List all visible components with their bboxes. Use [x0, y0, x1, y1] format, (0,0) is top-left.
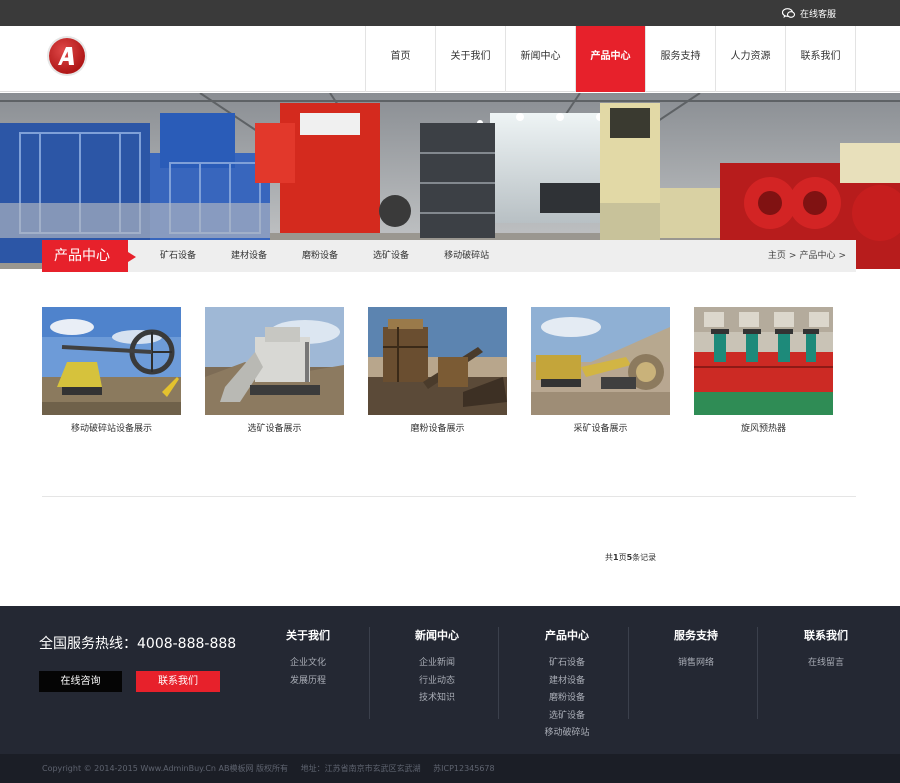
category-grinding[interactable]: 磨粉设备 — [302, 240, 338, 272]
icp-text[interactable]: 苏ICP12345678 — [433, 764, 495, 773]
footer-link[interactable]: 磨粉设备 — [502, 690, 632, 708]
copyright-text: Copyright © 2014-2015 Www.AdminBuy.Cn AB… — [42, 764, 289, 773]
footer-column-title[interactable]: 联系我们 — [761, 627, 891, 643]
footer-link[interactable]: 移动破碎站 — [502, 725, 632, 743]
mobile-crusher-photo[interactable] — [531, 307, 670, 415]
logo-a-icon — [58, 47, 74, 65]
breadcrumb-separator: > — [788, 251, 797, 261]
pagination-suffix: 条记录 — [632, 553, 657, 562]
nav-about[interactable]: 关于我们 — [436, 26, 506, 92]
footer-link[interactable]: 销售网络 — [631, 655, 761, 673]
section-title: 产品中心 — [42, 240, 136, 272]
product-card[interactable]: 磨粉设备展示 — [368, 307, 507, 434]
online-service-label: 在线客服 — [799, 10, 836, 20]
product-card[interactable]: 移动破碎站设备展示 — [42, 307, 181, 434]
footer-column-title[interactable]: 新闻中心 — [372, 627, 502, 643]
product-card[interactable]: 选矿设备展示 — [205, 307, 344, 434]
footer-link[interactable]: 技术知识 — [372, 690, 502, 708]
category-ore-equipment[interactable]: 矿石设备 — [160, 240, 196, 272]
main-nav: 首页 关于我们 新闻中心 产品中心 服务支持 人力资源 联系我们 — [365, 26, 856, 92]
footer-link[interactable]: 发展历程 — [243, 673, 373, 691]
screening-plant-photo[interactable] — [368, 307, 507, 415]
online-service-link[interactable]: 在线客服 — [781, 7, 836, 20]
nav-hr[interactable]: 人力资源 — [716, 26, 786, 92]
contact-us-button[interactable]: 联系我们 — [136, 671, 220, 692]
footer-column-contact: 联系我们 在线留言 — [761, 627, 891, 673]
pagination-summary: 共1页5条记录 — [605, 552, 656, 563]
bucket-wheel-excavator-photo[interactable] — [42, 307, 181, 415]
footer-link[interactable]: 建材设备 — [502, 673, 632, 691]
service-hotline: 全国服务热线：4008-888-888 — [39, 636, 237, 652]
nav-news[interactable]: 新闻中心 — [506, 26, 576, 92]
mining-excavator-photo[interactable] — [205, 307, 344, 415]
nav-contact[interactable]: 联系我们 — [786, 26, 856, 92]
footer-link[interactable]: 在线留言 — [761, 655, 891, 673]
product-caption[interactable]: 磨粉设备展示 — [368, 421, 507, 434]
product-card[interactable]: 采矿设备展示 — [531, 307, 670, 434]
site-footer: 全国服务热线：4008-888-888 在线咨询 联系我们 关于我们 企业文化 … — [0, 606, 900, 754]
breadcrumb-separator: > — [838, 251, 846, 261]
nav-products[interactable]: 产品中心 — [576, 26, 646, 92]
breadcrumb: 主页 > 产品中心 > — [765, 240, 846, 272]
footer-separator — [757, 627, 758, 719]
footer-column-news: 新闻中心 企业新闻 行业动态 技术知识 — [372, 627, 502, 708]
footer-link[interactable]: 行业动态 — [372, 673, 502, 691]
nav-home[interactable]: 首页 — [366, 26, 436, 92]
footer-column-title[interactable]: 服务支持 — [631, 627, 761, 643]
site-header: 首页 关于我们 新闻中心 产品中心 服务支持 人力资源 联系我们 — [0, 26, 900, 92]
footer-link[interactable]: 企业文化 — [243, 655, 373, 673]
pagination-prefix: 共 — [605, 553, 613, 562]
category-mobile-crusher[interactable]: 移动破碎站 — [444, 240, 489, 272]
product-caption[interactable]: 移动破碎站设备展示 — [42, 421, 181, 434]
footer-separator — [498, 627, 499, 719]
product-card[interactable]: 旋风预热器 — [694, 307, 833, 434]
category-building-material[interactable]: 建材设备 — [231, 240, 267, 272]
footer-link[interactable]: 矿石设备 — [502, 655, 632, 673]
category-beneficiation[interactable]: 选矿设备 — [373, 240, 409, 272]
product-caption[interactable]: 采矿设备展示 — [531, 421, 670, 434]
footer-column-title[interactable]: 产品中心 — [502, 627, 632, 643]
address-text: 地址：江苏省南京市玄武区玄武湖 — [300, 764, 421, 773]
product-caption[interactable]: 旋风预热器 — [694, 421, 833, 434]
breadcrumb-home[interactable]: 主页 — [768, 240, 786, 272]
top-bar: 在线客服 — [0, 0, 900, 26]
chat-bubble-icon — [781, 8, 795, 18]
footer-column-title[interactable]: 关于我们 — [243, 627, 373, 643]
breadcrumb-products[interactable]: 产品中心 — [799, 240, 835, 272]
footer-link[interactable]: 企业新闻 — [372, 655, 502, 673]
footer-column-products: 产品中心 矿石设备 建材设备 磨粉设备 选矿设备 移动破碎站 — [502, 627, 632, 743]
footer-column-about: 关于我们 企业文化 发展历程 — [243, 627, 373, 690]
footer-separator — [369, 627, 370, 719]
category-list: 矿石设备 建材设备 磨粉设备 选矿设备 移动破碎站 — [160, 240, 524, 272]
footer-separator — [628, 627, 629, 719]
product-caption[interactable]: 选矿设备展示 — [205, 421, 344, 434]
product-grid: 移动破碎站设备展示 选矿设备展示 磨粉设备展示 采矿设备展示 旋风预热器 — [42, 307, 856, 437]
nav-service[interactable]: 服务支持 — [646, 26, 716, 92]
footer-column-service: 服务支持 销售网络 — [631, 627, 761, 673]
online-consult-button[interactable]: 在线咨询 — [39, 671, 122, 692]
pagination-mid: 页 — [618, 553, 627, 562]
site-logo[interactable] — [49, 38, 85, 74]
footer-link[interactable]: 选矿设备 — [502, 708, 632, 726]
flotation-machine-photo[interactable] — [694, 307, 833, 415]
product-subnav: 产品中心 矿石设备 建材设备 磨粉设备 选矿设备 移动破碎站 主页 > 产品中心… — [42, 240, 856, 272]
copyright-bar: Copyright © 2014-2015 Www.AdminBuy.Cn AB… — [0, 754, 900, 783]
content-divider — [42, 496, 856, 497]
